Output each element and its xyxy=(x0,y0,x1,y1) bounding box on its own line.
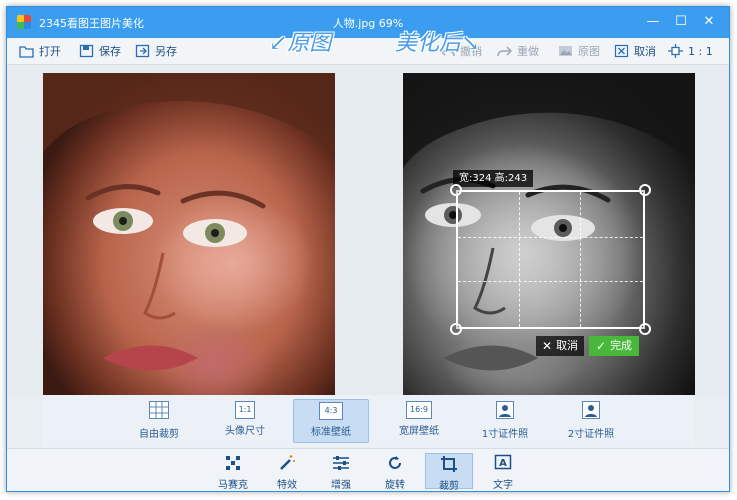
crop-done-button[interactable]: ✓ 完成 xyxy=(589,336,640,356)
preset-widescreen-wallpaper[interactable]: 16:9 宽屏壁纸 xyxy=(381,399,457,443)
save-label: 保存 xyxy=(99,45,121,58)
tool-enhance[interactable]: 增强 xyxy=(317,453,365,491)
original-label: 原图 xyxy=(578,45,600,58)
close-button[interactable]: ✕ xyxy=(698,12,720,32)
preset-label: 头像尺寸 xyxy=(225,426,265,437)
crop-handle-bottom-right[interactable] xyxy=(639,323,651,335)
crop-grid-line xyxy=(580,192,582,327)
redo-button[interactable]: 重做 xyxy=(497,42,539,60)
preset-label: 标准壁纸 xyxy=(311,427,351,438)
mosaic-icon xyxy=(226,456,240,470)
ratio-4-3-icon: 4:3 xyxy=(319,402,343,420)
open-button[interactable]: 打开 xyxy=(19,42,61,60)
tool-crop[interactable]: 裁剪 xyxy=(425,453,473,492)
crop-handle-top-right[interactable] xyxy=(639,184,651,196)
crop-cancel-label: 取消 xyxy=(556,339,579,352)
tool-label: 马赛克 xyxy=(218,480,248,491)
preset-label: 1寸证件照 xyxy=(481,429,529,440)
actual-size-button[interactable]: 1 : 1 xyxy=(668,42,713,60)
cancel-label: 取消 xyxy=(634,45,656,58)
minimize-button[interactable]: — xyxy=(642,12,664,32)
enhanced-label: 美化后↘ xyxy=(395,31,480,56)
tool-rotate[interactable]: 旋转 xyxy=(371,453,419,491)
fit-icon xyxy=(668,44,683,58)
preset-avatar[interactable]: 1:1 头像尺寸 xyxy=(207,399,283,443)
preset-standard-wallpaper[interactable]: 4:3 标准壁纸 xyxy=(293,399,369,443)
crop-handle-bottom-left[interactable] xyxy=(450,323,462,335)
redo-label: 重做 xyxy=(517,45,539,58)
crop-grid-line xyxy=(458,281,643,283)
ratio-16-9-icon: 16:9 xyxy=(406,401,432,419)
svg-text:A: A xyxy=(499,458,507,469)
crop-done-label: 完成 xyxy=(610,339,633,352)
preset-1-inch-id-photo[interactable]: 1寸证件照 xyxy=(467,399,543,443)
tool-label: 特效 xyxy=(277,480,297,491)
rotate-icon xyxy=(389,456,401,469)
original-photo xyxy=(43,73,335,395)
app-window: 2345看图王图片美化 人物.jpg 69% — ☐ ✕ 打开 保存 另存 撤销… xyxy=(6,6,730,492)
tool-label: 文字 xyxy=(493,480,513,491)
preset-free-crop[interactable]: 自由裁剪 xyxy=(121,399,197,443)
save-button[interactable]: 保存 xyxy=(79,42,121,60)
portrait-icon xyxy=(582,401,600,419)
actual-size-label: 1 : 1 xyxy=(688,44,713,58)
sliders-icon xyxy=(333,456,349,470)
original-face-illustration xyxy=(43,73,335,371)
check-icon: ✓ xyxy=(596,339,607,353)
text-icon: A xyxy=(494,454,512,470)
cancel-button[interactable]: 取消 xyxy=(614,42,656,60)
save-as-label: 另存 xyxy=(155,45,177,58)
close-icon: ✕ xyxy=(542,339,553,353)
crop-handle-top-left[interactable] xyxy=(450,184,462,196)
title-bar: 2345看图王图片美化 人物.jpg 69% — ☐ ✕ xyxy=(7,7,729,38)
preset-label: 宽屏壁纸 xyxy=(399,426,439,437)
tool-label: 增强 xyxy=(331,480,351,491)
magic-wand-icon xyxy=(280,455,295,470)
save-icon xyxy=(79,44,94,58)
preset-label: 2寸证件照 xyxy=(567,429,615,440)
open-label: 打开 xyxy=(39,45,61,58)
preset-2-inch-id-photo[interactable]: 2寸证件照 xyxy=(553,399,629,443)
folder-icon xyxy=(19,46,34,58)
crop-selection-box[interactable] xyxy=(450,184,651,335)
crop-grid-line xyxy=(458,236,643,238)
portrait-icon xyxy=(496,401,514,419)
preset-label: 自由裁剪 xyxy=(139,429,179,440)
original-button[interactable]: 原图 xyxy=(558,42,600,60)
tool-effects[interactable]: 特效 xyxy=(263,453,311,491)
maximize-button[interactable]: ☐ xyxy=(670,12,692,32)
document-title: 人物.jpg 69% xyxy=(332,17,404,30)
bottom-toolbar: 马赛克 特效 增强 旋转 裁剪 A 文字 xyxy=(7,448,729,492)
main-toolbar: 打开 保存 另存 撤销 重做 原图 取消 1 : 1 xyxy=(7,38,729,65)
crop-cancel-button[interactable]: ✕ 取消 xyxy=(536,336,585,356)
tool-label: 裁剪 xyxy=(439,481,459,492)
crop-preset-bar: 自由裁剪 1:1 头像尺寸 4:3 标准壁纸 16:9 宽屏壁纸 1寸证件照 2… xyxy=(43,395,695,447)
original-label: ↙原图 xyxy=(269,31,332,56)
tool-label: 旋转 xyxy=(385,480,405,491)
grid-icon xyxy=(149,401,169,419)
redo-icon xyxy=(497,46,512,57)
save-as-button[interactable]: 另存 xyxy=(135,42,177,60)
cancel-icon xyxy=(614,44,629,58)
crop-grid-line xyxy=(519,192,521,327)
crop-size-readout: 宽:324 高:243 xyxy=(453,170,534,187)
crop-icon xyxy=(441,456,457,472)
ratio-1-1-icon: 1:1 xyxy=(235,401,255,419)
tool-text[interactable]: A 文字 xyxy=(479,453,527,491)
image-icon xyxy=(559,46,572,56)
save-as-icon xyxy=(135,44,150,58)
tool-mosaic[interactable]: 马赛克 xyxy=(209,453,257,491)
